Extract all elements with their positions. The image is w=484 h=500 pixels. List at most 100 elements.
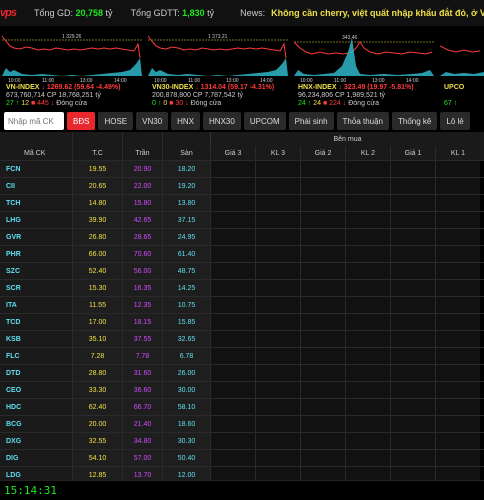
index-card-hnx[interactable]: 343.46 10:00 11:00 13:00 14:00 HNX-INDEX… <box>294 26 434 108</box>
bid-price-2-cell[interactable] <box>300 348 345 364</box>
bid-vol-1-cell[interactable] <box>435 229 480 245</box>
tab-hnx30[interactable]: HNX30 <box>203 112 241 130</box>
bid-price-3-cell[interactable] <box>210 450 255 466</box>
table-row[interactable]: TCD 17.00 18.15 15.85 <box>0 313 484 330</box>
bid-price-1-cell[interactable] <box>390 212 435 228</box>
bid-price-2-cell[interactable] <box>300 178 345 194</box>
bid-vol-1-cell[interactable] <box>435 280 480 296</box>
stock-symbol[interactable]: LHG <box>0 212 72 228</box>
bid-price-1-cell[interactable] <box>390 331 435 347</box>
bid-vol-3-cell[interactable] <box>255 161 300 177</box>
table-row[interactable]: FCN 19.55 20.90 18.20 <box>0 160 484 177</box>
stock-symbol[interactable]: CEO <box>0 382 72 398</box>
bid-vol-2-cell[interactable] <box>345 161 390 177</box>
bid-price-2-cell[interactable] <box>300 450 345 466</box>
index-card-vn30[interactable]: 1 373.21 10:00 11:00 13:00 14:00 VN30-IN… <box>148 26 288 108</box>
stock-symbol[interactable]: FCN <box>0 161 72 177</box>
table-row[interactable]: ITA 11.55 12.35 10.75 <box>0 296 484 313</box>
stock-symbol[interactable]: TCD <box>0 314 72 330</box>
bid-vol-3-cell[interactable] <box>255 365 300 381</box>
bid-price-3-cell[interactable] <box>210 348 255 364</box>
table-row[interactable]: SZC 52.40 56.00 48.75 <box>0 262 484 279</box>
stock-symbol[interactable]: FLC <box>0 348 72 364</box>
table-row[interactable]: PHR 66.00 70.60 61.40 <box>0 245 484 262</box>
bid-price-3-cell[interactable] <box>210 178 255 194</box>
bid-vol-1-cell[interactable] <box>435 178 480 194</box>
bid-price-2-cell[interactable] <box>300 297 345 313</box>
bid-price-1-cell[interactable] <box>390 314 435 330</box>
bid-vol-1-cell[interactable] <box>435 314 480 330</box>
bid-price-1-cell[interactable] <box>390 433 435 449</box>
bid-price-1-cell[interactable] <box>390 348 435 364</box>
bid-vol-1-cell[interactable] <box>435 365 480 381</box>
bid-vol-2-cell[interactable] <box>345 297 390 313</box>
bid-price-3-cell[interactable] <box>210 297 255 313</box>
bid-price-3-cell[interactable] <box>210 161 255 177</box>
bid-vol-2-cell[interactable] <box>345 450 390 466</box>
bid-vol-2-cell[interactable] <box>345 212 390 228</box>
bid-vol-2-cell[interactable] <box>345 280 390 296</box>
bid-price-3-cell[interactable] <box>210 365 255 381</box>
bid-vol-2-cell[interactable] <box>345 331 390 347</box>
bid-price-2-cell[interactable] <box>300 416 345 432</box>
stock-symbol[interactable]: SCR <box>0 280 72 296</box>
bid-vol-3-cell[interactable] <box>255 416 300 432</box>
bid-price-3-cell[interactable] <box>210 280 255 296</box>
bid-price-3-cell[interactable] <box>210 212 255 228</box>
bid-vol-3-cell[interactable] <box>255 229 300 245</box>
bid-vol-1-cell[interactable] <box>435 195 480 211</box>
index-card-vnindex[interactable]: 1 329.26 10:00 11:00 13:00 14:00 VN-INDE… <box>2 26 142 108</box>
bid-price-2-cell[interactable] <box>300 382 345 398</box>
stock-symbol[interactable]: DTD <box>0 365 72 381</box>
news-ticker[interactable]: Không cần cherry, việt quất nhập khẩu đắ… <box>271 8 484 18</box>
bid-price-2-cell[interactable] <box>300 161 345 177</box>
bid-price-2-cell[interactable] <box>300 399 345 415</box>
tab-statistics[interactable]: Thống kê <box>392 112 438 130</box>
tab-hose[interactable]: HOSE <box>98 112 134 130</box>
bid-vol-1-cell[interactable] <box>435 450 480 466</box>
stock-symbol[interactable]: DIG <box>0 450 72 466</box>
bid-vol-1-cell[interactable] <box>435 297 480 313</box>
table-row[interactable]: DXG 32.55 34.80 30.30 <box>0 432 484 449</box>
bid-vol-2-cell[interactable] <box>345 365 390 381</box>
bid-vol-3-cell[interactable] <box>255 331 300 347</box>
bid-vol-3-cell[interactable] <box>255 280 300 296</box>
bid-vol-1-cell[interactable] <box>435 331 480 347</box>
stock-symbol[interactable]: DXG <box>0 433 72 449</box>
bid-vol-2-cell[interactable] <box>345 246 390 262</box>
stock-symbol[interactable]: PHR <box>0 246 72 262</box>
table-row[interactable]: DIG 54.10 57.00 50.40 <box>0 449 484 466</box>
bid-vol-3-cell[interactable] <box>255 348 300 364</box>
table-row[interactable]: CII 20.65 22.00 19.20 <box>0 177 484 194</box>
bid-price-3-cell[interactable] <box>210 433 255 449</box>
table-row[interactable]: GVR 26.80 28.65 24.95 <box>0 228 484 245</box>
tab-negotiated[interactable]: Thỏa thuận <box>336 112 390 130</box>
bid-vol-1-cell[interactable] <box>435 263 480 279</box>
bid-price-2-cell[interactable] <box>300 365 345 381</box>
col-symbol[interactable]: Mã CK <box>0 146 72 160</box>
stock-symbol[interactable]: ITA <box>0 297 72 313</box>
bid-vol-3-cell[interactable] <box>255 178 300 194</box>
stock-symbol[interactable]: KSB <box>0 331 72 347</box>
bid-price-3-cell[interactable] <box>210 263 255 279</box>
table-row[interactable]: KSB 35.10 37.55 32.65 <box>0 330 484 347</box>
bid-price-3-cell[interactable] <box>210 416 255 432</box>
bid-vol-2-cell[interactable] <box>345 416 390 432</box>
bid-vol-2-cell[interactable] <box>345 195 390 211</box>
bid-vol-3-cell[interactable] <box>255 399 300 415</box>
col-ceiling[interactable]: Trần <box>122 146 162 160</box>
bid-price-2-cell[interactable] <box>300 433 345 449</box>
table-row[interactable]: DTD 28.80 31.60 26.00 <box>0 364 484 381</box>
table-row[interactable]: FLC 7.28 7.78 6.78 <box>0 347 484 364</box>
bid-price-1-cell[interactable] <box>390 229 435 245</box>
bid-price-2-cell[interactable] <box>300 331 345 347</box>
bid-vol-2-cell[interactable] <box>345 382 390 398</box>
bid-vol-1-cell[interactable] <box>435 382 480 398</box>
table-row[interactable]: HDC 62.40 66.70 58.10 <box>0 398 484 415</box>
bid-price-2-cell[interactable] <box>300 229 345 245</box>
bid-price-3-cell[interactable] <box>210 195 255 211</box>
bid-vol-2-cell[interactable] <box>345 433 390 449</box>
table-row[interactable]: CEO 33.30 36.60 30.00 <box>0 381 484 398</box>
bid-vol-1-cell[interactable] <box>435 161 480 177</box>
stock-symbol[interactable]: GVR <box>0 229 72 245</box>
